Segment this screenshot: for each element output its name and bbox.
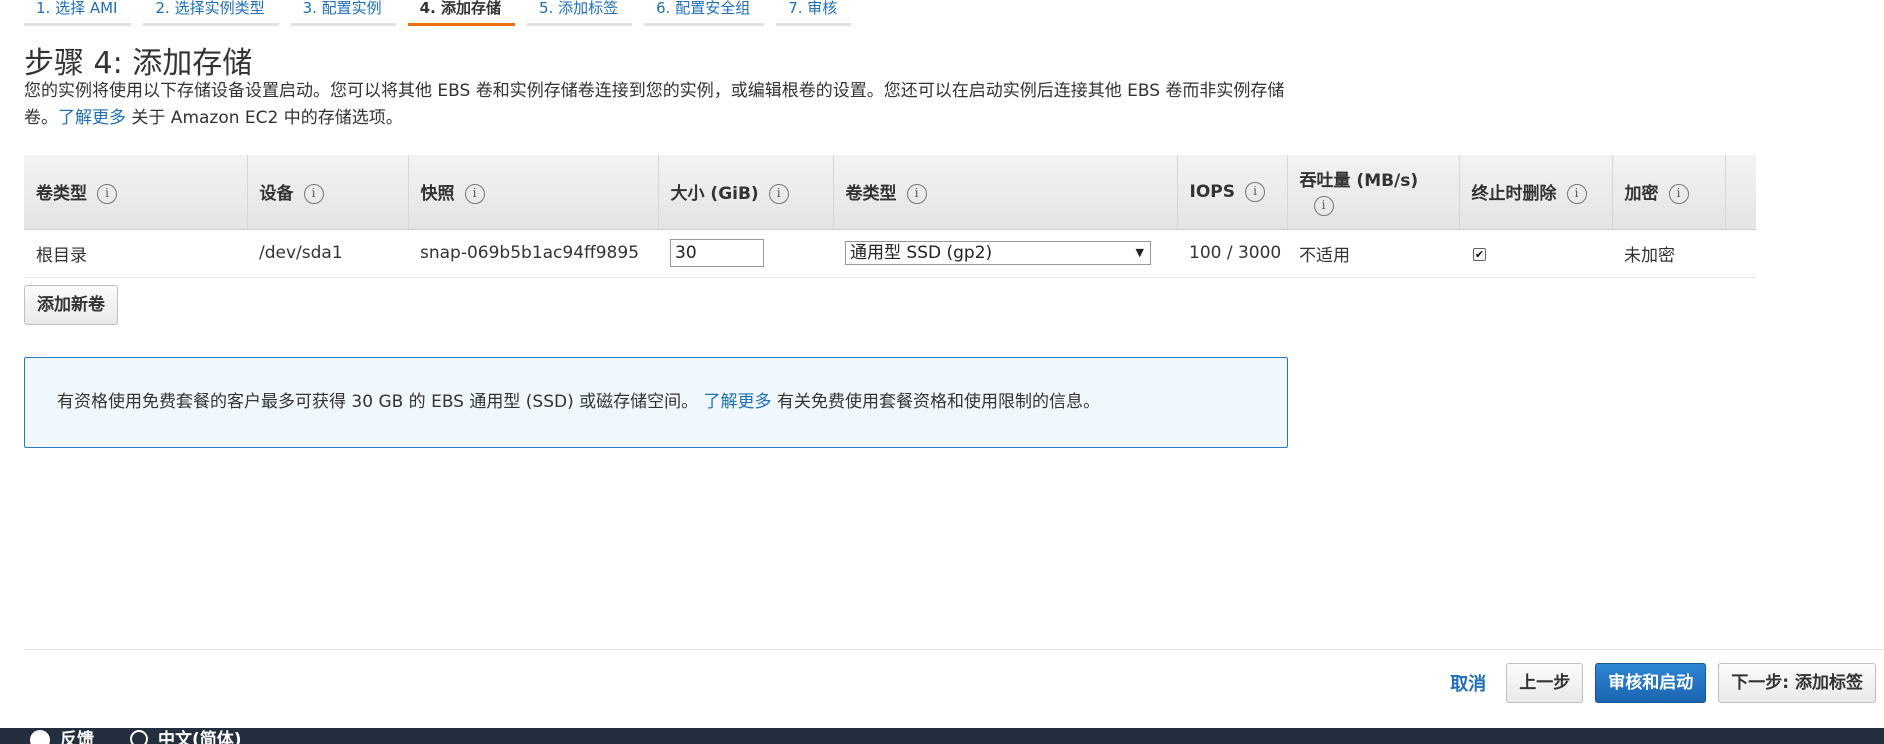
header-throughput: 吞吐量 (MB/s) i	[1287, 155, 1460, 230]
tab-review[interactable]: 7. 审核	[776, 0, 852, 26]
globe-icon	[130, 730, 148, 744]
tab-configure-instance[interactable]: 3. 配置实例	[290, 0, 396, 26]
free-tier-learn-more-link[interactable]: 了解更多	[704, 392, 772, 412]
description-suffix: 关于 Amazon EC2 中的存储选项。	[131, 108, 403, 128]
cell-device: /dev/sda1	[247, 229, 408, 278]
cell-spacer	[1725, 229, 1756, 278]
cell-encryption: 未加密	[1612, 229, 1725, 278]
header-iops: IOPS i	[1177, 155, 1288, 230]
page-description: 您的实例将使用以下存储设备设置启动。您可以将其他 EBS 卷和实例存储卷连接到您…	[24, 78, 1304, 132]
info-icon[interactable]: i	[1566, 184, 1587, 205]
add-new-volume-button[interactable]: 添加新卷	[24, 285, 118, 325]
free-tier-suffix: 有关免费使用套餐资格和使用限制的信息。	[776, 392, 1100, 412]
tab-add-tags[interactable]: 5. 添加标签	[527, 0, 633, 26]
header-encryption: 加密 i	[1612, 155, 1726, 230]
cell-iops: 100 / 3000	[1177, 229, 1287, 278]
next-add-tags-button[interactable]: 下一步: 添加标签	[1718, 663, 1876, 703]
cell-size	[658, 229, 833, 278]
free-tier-info-box: 有资格使用免费套餐的客户最多可获得 30 GB 的 EBS 通用型 (SSD) …	[24, 357, 1288, 448]
tab-choose-ami[interactable]: 1. 选择 AMI	[24, 0, 132, 26]
cell-volume-type: 根目录	[24, 229, 247, 278]
delete-on-termination-checkbox[interactable]: ✔	[1473, 248, 1486, 261]
table-row: 根目录 /dev/sda1 snap-069b5b1ac94ff9895 通用型…	[24, 229, 1756, 278]
info-icon[interactable]: i	[97, 184, 117, 205]
footer-divider	[24, 649, 1884, 650]
chevron-down-icon: ▼	[1135, 246, 1144, 259]
cell-delete-on-termination: ✔	[1459, 229, 1612, 278]
header-device: 设备 i	[247, 155, 409, 230]
volume-type-select[interactable]: 通用型 SSD (gp2) ▼	[845, 241, 1151, 265]
feedback-link[interactable]: 反馈	[30, 730, 94, 744]
cancel-link[interactable]: 取消	[1450, 670, 1486, 696]
language-selector[interactable]: 中文(简体)	[130, 730, 242, 744]
previous-button[interactable]: 上一步	[1506, 663, 1584, 703]
cell-snapshot: snap-069b5b1ac94ff9895	[408, 229, 658, 278]
review-and-launch-button[interactable]: 审核和启动	[1595, 663, 1707, 703]
info-icon[interactable]: i	[303, 184, 324, 205]
info-icon[interactable]: i	[1313, 195, 1334, 216]
console-footer-bar: 反馈 中文(简体)	[0, 728, 1884, 744]
volume-type-selected-value: 通用型 SSD (gp2)	[850, 243, 993, 263]
header-ebs-volume-type: 卷类型 i	[833, 155, 1178, 230]
info-icon[interactable]: i	[768, 184, 789, 205]
size-input[interactable]	[670, 239, 764, 267]
tab-configure-security-group[interactable]: 6. 配置安全组	[644, 0, 765, 26]
info-icon[interactable]: i	[906, 184, 927, 205]
wizard-actions: 取消 上一步 审核和启动 下一步: 添加标签	[1450, 663, 1876, 703]
storage-volume-table: 卷类型 i 设备 i 快照 i 大小 (GiB) i 卷类型 i IOPS i 吞吐量 (M…	[24, 155, 1756, 278]
info-icon[interactable]: i	[464, 184, 485, 205]
header-spacer	[1725, 155, 1756, 230]
learn-more-storage-link[interactable]: 了解更多	[58, 108, 126, 128]
tab-add-storage[interactable]: 4. 添加存储	[407, 0, 516, 26]
header-volume-type: 卷类型 i	[24, 155, 248, 230]
info-icon[interactable]: i	[1668, 184, 1689, 205]
free-tier-text: 有资格使用免费套餐的客户最多可获得 30 GB 的 EBS 通用型 (SSD) …	[57, 392, 699, 412]
header-delete-on-termination: 终止时删除 i	[1459, 155, 1613, 230]
cell-ebs-volume-type: 通用型 SSD (gp2) ▼	[833, 229, 1177, 278]
header-snapshot: 快照 i	[408, 155, 659, 230]
wizard-step-tabs: 1. 选择 AMI 2. 选择实例类型 3. 配置实例 4. 添加存储 5. 添…	[24, 0, 852, 26]
table-header-row: 卷类型 i 设备 i 快照 i 大小 (GiB) i 卷类型 i IOPS i 吞吐量 (M…	[24, 155, 1756, 230]
header-size: 大小 (GiB) i	[658, 155, 834, 230]
tab-choose-instance-type[interactable]: 2. 选择实例类型	[143, 0, 279, 26]
feedback-icon	[30, 730, 50, 744]
info-icon[interactable]: i	[1244, 181, 1265, 202]
cell-throughput: 不适用	[1287, 229, 1459, 278]
page-title: 步骤 4: 添加存储	[24, 46, 253, 81]
